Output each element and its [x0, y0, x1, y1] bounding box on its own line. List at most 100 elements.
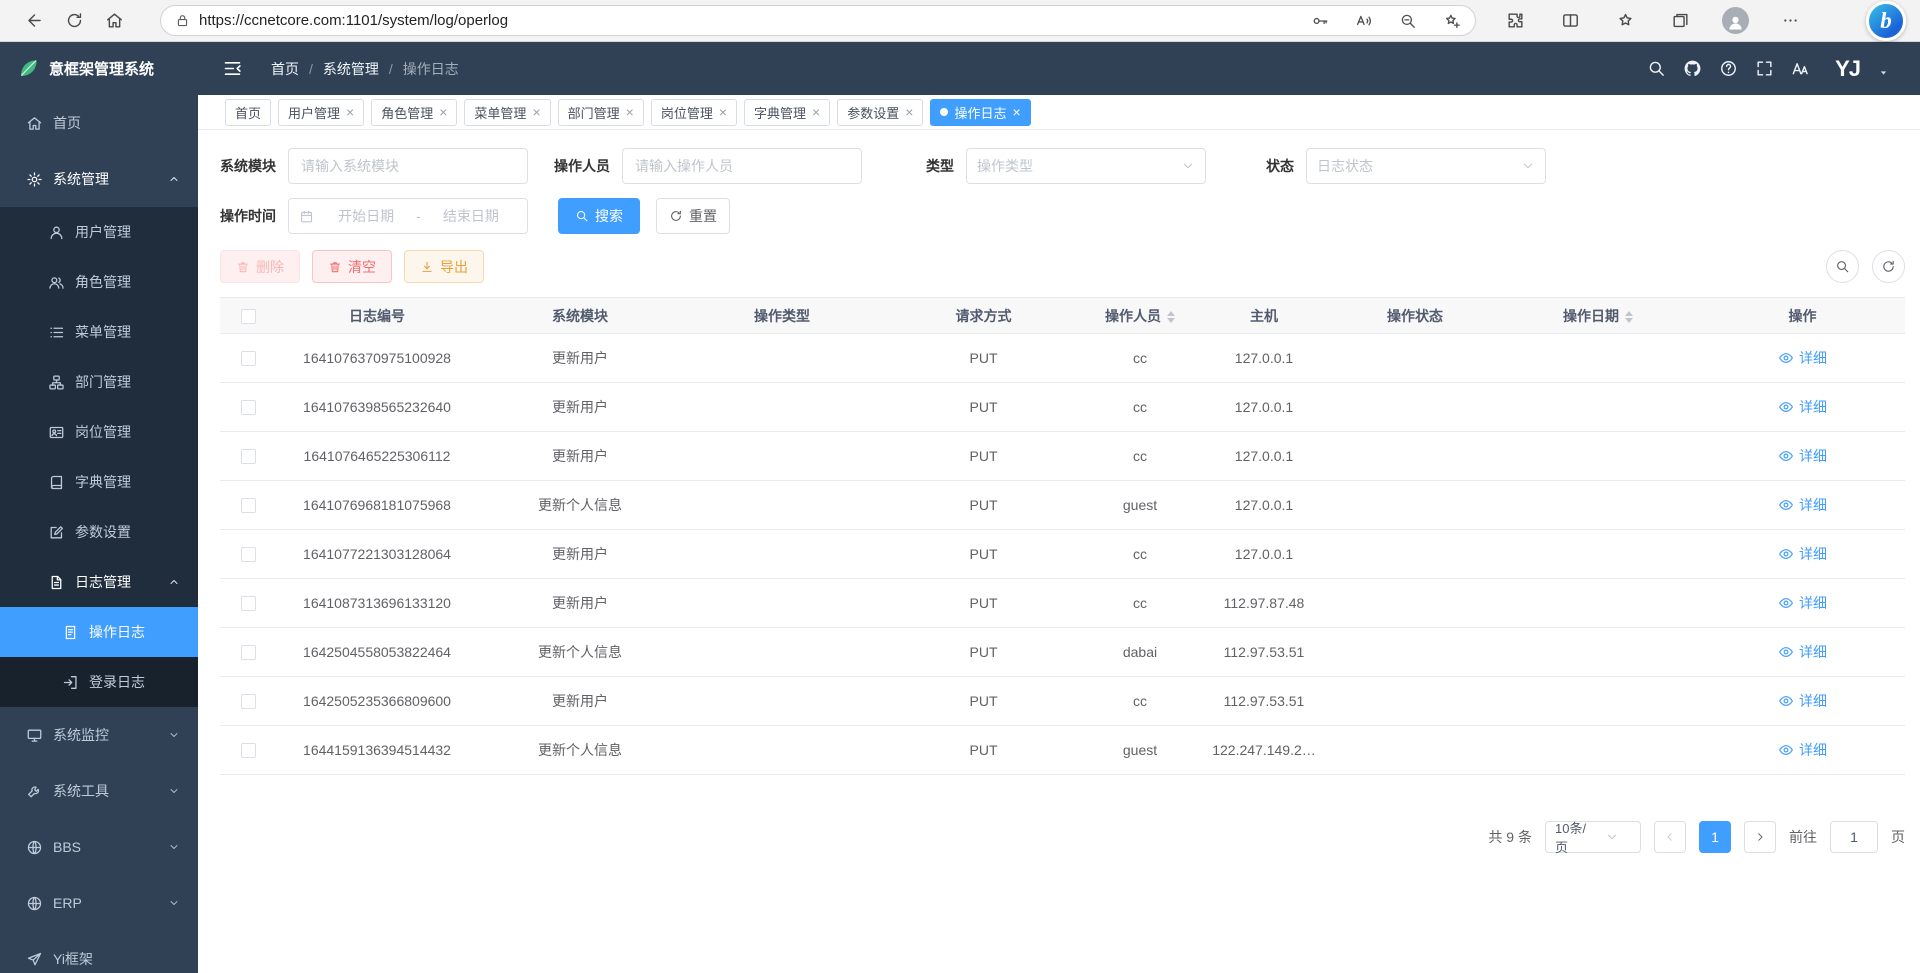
tab-home[interactable]: 首页	[225, 99, 271, 126]
help-icon[interactable]	[1719, 59, 1738, 78]
sidebar-item-system-management[interactable]: 系统管理	[0, 151, 198, 207]
detail-link[interactable]: 详细	[1778, 691, 1827, 711]
add-favorite-icon[interactable]	[1443, 12, 1461, 30]
zoom-out-icon[interactable]	[1399, 12, 1417, 30]
row-checkbox[interactable]	[241, 596, 256, 611]
sidebar-item-menu-management[interactable]: 菜单管理	[0, 307, 198, 357]
page-1-button[interactable]: 1	[1699, 821, 1731, 853]
export-button[interactable]: 导出	[404, 250, 484, 283]
detail-link[interactable]: 详细	[1778, 446, 1827, 466]
tab-menu-management[interactable]: 菜单管理×	[464, 99, 550, 126]
tab-close-icon[interactable]: ×	[905, 105, 913, 119]
tab-role-management[interactable]: 角色管理×	[371, 99, 457, 126]
url-text[interactable]: https://ccnetcore.com:1101/system/log/op…	[199, 12, 1285, 29]
tab-close-icon[interactable]: ×	[812, 105, 820, 119]
favorites-button[interactable]	[1610, 6, 1640, 36]
address-bar[interactable]: https://ccnetcore.com:1101/system/log/op…	[160, 5, 1476, 36]
refresh-table-button[interactable]	[1872, 250, 1905, 283]
column-header[interactable]: 操作人员	[1086, 298, 1194, 334]
tab-close-icon[interactable]: ×	[439, 105, 447, 119]
sidebar-item-dict-management[interactable]: 字典管理	[0, 457, 198, 507]
password-key-icon[interactable]	[1311, 12, 1329, 30]
detail-link[interactable]: 详细	[1778, 397, 1827, 417]
row-checkbox[interactable]	[241, 645, 256, 660]
reset-button[interactable]: 重置	[656, 198, 730, 234]
tab-param-settings[interactable]: 参数设置×	[837, 99, 923, 126]
detail-link[interactable]: 详细	[1778, 348, 1827, 368]
sidebar-item-post-management[interactable]: 岗位管理	[0, 407, 198, 457]
extensions-button[interactable]	[1500, 6, 1530, 36]
sidebar-item-login-log[interactable]: 登录日志	[0, 657, 198, 707]
breadcrumb-home[interactable]: 首页	[271, 59, 299, 79]
sidebar-item-system-tools[interactable]: 系统工具	[0, 763, 198, 819]
collections-button[interactable]	[1665, 6, 1695, 36]
sidebar-item-operation-log[interactable]: 操作日志	[0, 607, 198, 657]
row-checkbox[interactable]	[241, 743, 256, 758]
detail-link[interactable]: 详细	[1778, 740, 1827, 760]
date-range-picker[interactable]: 开始日期 - 结束日期	[288, 198, 528, 234]
split-screen-button[interactable]	[1555, 6, 1585, 36]
sidebar-item-dept-management[interactable]: 部门管理	[0, 357, 198, 407]
next-page-button[interactable]	[1744, 821, 1776, 853]
browser-refresh-button[interactable]	[54, 4, 94, 38]
row-checkbox[interactable]	[241, 694, 256, 709]
sidebar-item-bbs[interactable]: BBS	[0, 819, 198, 875]
row-checkbox[interactable]	[241, 351, 256, 366]
sidebar-item-param-settings[interactable]: 参数设置	[0, 507, 198, 557]
detail-link[interactable]: 详细	[1778, 593, 1827, 613]
browser-home-button[interactable]	[94, 4, 134, 38]
module-input[interactable]	[288, 148, 528, 184]
sidebar-item-home[interactable]: 首页	[0, 95, 198, 151]
bing-icon[interactable]: b	[1866, 1, 1906, 41]
github-icon[interactable]	[1683, 59, 1702, 78]
date-end-placeholder[interactable]: 结束日期	[425, 206, 517, 226]
breadcrumb-system[interactable]: 系统管理	[323, 59, 379, 79]
row-checkbox[interactable]	[241, 400, 256, 415]
tab-dept-management[interactable]: 部门管理×	[558, 99, 644, 126]
row-checkbox[interactable]	[241, 449, 256, 464]
tab-operation-log[interactable]: 操作日志×	[930, 99, 1030, 126]
detail-link[interactable]: 详细	[1778, 544, 1827, 564]
operator-input[interactable]	[622, 148, 862, 184]
sidebar-item-erp[interactable]: ERP	[0, 875, 198, 931]
sidebar-item-system-monitor[interactable]: 系统监控	[0, 707, 198, 763]
caret-down-icon[interactable]	[1877, 66, 1890, 79]
tab-close-icon[interactable]: ×	[1012, 105, 1020, 119]
delete-button[interactable]: 删除	[220, 250, 300, 283]
menu-fold-icon[interactable]	[222, 58, 243, 79]
user-logo[interactable]: YJ	[1835, 56, 1860, 82]
settings-more-button[interactable]	[1775, 6, 1805, 36]
type-select[interactable]: 操作类型	[966, 148, 1206, 184]
browser-back-button[interactable]	[14, 4, 54, 38]
tab-dict-management[interactable]: 字典管理×	[744, 99, 830, 126]
detail-link[interactable]: 详细	[1778, 642, 1827, 662]
sort-carets-icon[interactable]	[1625, 311, 1633, 323]
date-start-placeholder[interactable]: 开始日期	[320, 206, 412, 226]
app-logo[interactable]: 意框架管理系统	[0, 42, 198, 95]
search-button[interactable]: 搜索	[558, 198, 640, 234]
column-header[interactable]: 操作日期	[1496, 298, 1700, 334]
sidebar-item-role-management[interactable]: 角色管理	[0, 257, 198, 307]
page-size-select[interactable]: 10条/页	[1545, 821, 1641, 853]
toggle-search-button[interactable]	[1826, 250, 1859, 283]
clear-button[interactable]: 清空	[312, 250, 392, 283]
tab-close-icon[interactable]: ×	[626, 105, 634, 119]
tab-post-management[interactable]: 岗位管理×	[651, 99, 737, 126]
fullscreen-icon[interactable]	[1755, 59, 1774, 78]
search-icon[interactable]	[1647, 59, 1666, 78]
select-all-checkbox[interactable]	[241, 309, 256, 324]
font-size-icon[interactable]	[1791, 59, 1810, 78]
tab-close-icon[interactable]: ×	[532, 105, 540, 119]
sidebar-item-log-management[interactable]: 日志管理	[0, 557, 198, 607]
status-select[interactable]: 日志状态	[1306, 148, 1546, 184]
row-checkbox[interactable]	[241, 547, 256, 562]
tab-close-icon[interactable]: ×	[346, 105, 354, 119]
sidebar-item-user-management[interactable]: 用户管理	[0, 207, 198, 257]
sidebar-item-yi-framework[interactable]: Yi框架	[0, 931, 198, 973]
prev-page-button[interactable]	[1654, 821, 1686, 853]
sort-carets-icon[interactable]	[1167, 311, 1175, 323]
detail-link[interactable]: 详细	[1778, 495, 1827, 515]
tab-close-icon[interactable]: ×	[719, 105, 727, 119]
row-checkbox[interactable]	[241, 498, 256, 513]
tab-user-management[interactable]: 用户管理×	[278, 99, 364, 126]
